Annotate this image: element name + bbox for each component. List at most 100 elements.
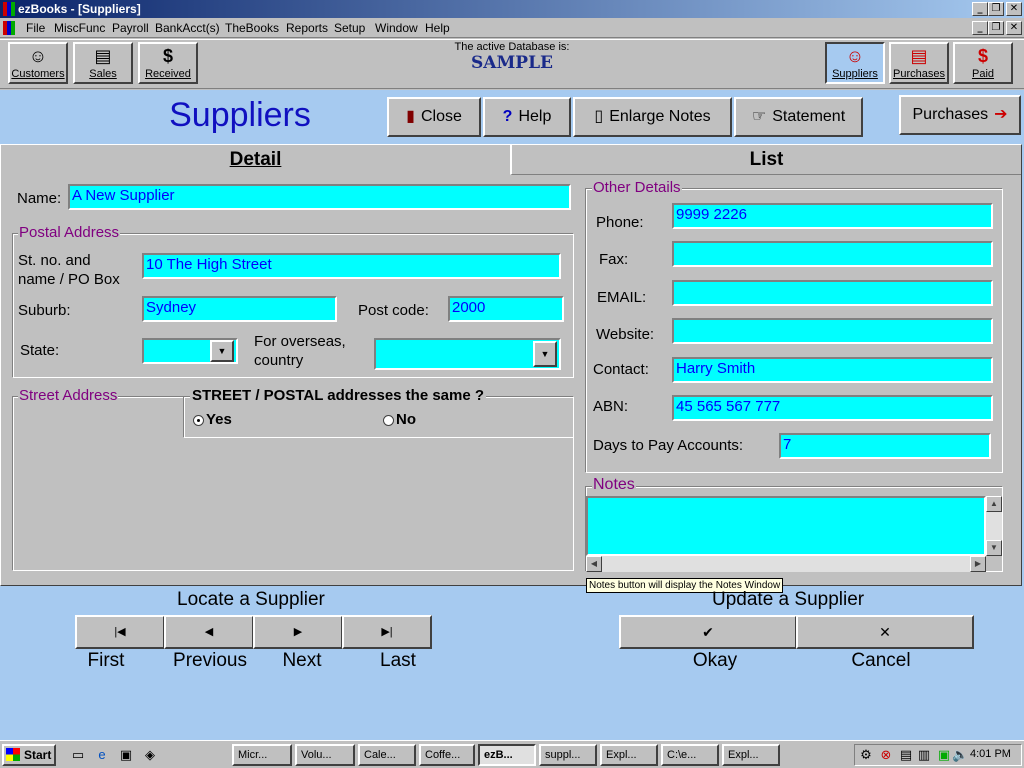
statement-button[interactable]: ☞ Statement [734, 97, 863, 137]
menu-reports[interactable]: Reports [286, 21, 328, 35]
no-radio[interactable] [383, 415, 394, 426]
dollar-icon: $ [977, 46, 988, 66]
tab-list[interactable]: List [510, 145, 1021, 175]
country-label-line2: country [254, 352, 304, 369]
task-button[interactable]: Micr... [232, 744, 292, 766]
customers-button[interactable]: ☺ Customers [8, 42, 68, 84]
app-icon [3, 2, 15, 16]
yes-radio[interactable] [193, 415, 204, 426]
contact-field[interactable]: Harry Smith [672, 357, 993, 383]
task-button[interactable]: C:\e... [661, 744, 719, 766]
email-label: EMAIL: [597, 289, 647, 306]
tab-detail[interactable]: Detail [1, 145, 510, 175]
menu-window[interactable]: Window [375, 21, 418, 35]
postcode-field[interactable]: 2000 [448, 296, 564, 322]
scroll-up-icon[interactable]: ▲ [986, 496, 1002, 512]
abn-field[interactable]: 45 565 567 777 [672, 395, 993, 421]
mdi-close-button[interactable]: ✕ [1006, 21, 1022, 35]
explorer-icon[interactable]: ◈ [142, 747, 158, 763]
email-field[interactable] [672, 280, 993, 306]
task-button[interactable]: Volu... [295, 744, 355, 766]
printer-icon[interactable]: ▤ [898, 747, 914, 763]
suppliers-button[interactable]: ☺ Suppliers [825, 42, 885, 84]
street-field[interactable]: 10 The High Street [142, 253, 561, 279]
fax-label: Fax: [599, 251, 629, 268]
enlarge-notes-button[interactable]: ▯ Enlarge Notes [573, 97, 732, 137]
window-title-bar: ezBooks - [Suppliers] [0, 0, 1024, 18]
same-address-question: STREET / POSTAL addresses the same ? [190, 387, 487, 404]
question-icon: ? [502, 108, 513, 125]
previous-button[interactable]: ◀ [164, 615, 254, 649]
notes-legend: Notes [592, 476, 636, 494]
task-button[interactable]: Coffe... [419, 744, 475, 766]
page-title: Suppliers [169, 96, 311, 134]
scroll-left-icon[interactable]: ◀ [586, 556, 602, 572]
smiley-icon: ☺ [28, 46, 48, 66]
phone-field[interactable]: 9999 2226 [672, 203, 993, 229]
restore-button[interactable]: ❐ [988, 2, 1004, 16]
chevron-down-icon[interactable]: ▼ [533, 341, 557, 367]
task-button[interactable]: Cale... [358, 744, 416, 766]
fax-field[interactable] [672, 241, 993, 267]
card-icon[interactable]: ▥ [916, 747, 932, 763]
notes-hscroll[interactable] [586, 556, 986, 572]
last-record-icon: ▶| [381, 626, 393, 638]
task-button[interactable]: suppl... [539, 744, 597, 766]
menu-help[interactable]: Help [425, 21, 450, 35]
minimize-button[interactable]: _ [972, 2, 988, 16]
documents-icon: ▤ [910, 46, 928, 66]
help-button[interactable]: ? Help [483, 97, 571, 137]
close-window-button[interactable]: ✕ [1006, 2, 1022, 16]
menu-thebooks[interactable]: TheBooks [225, 21, 279, 35]
mdi-restore-button[interactable]: ❐ [988, 21, 1004, 35]
suburb-label: Suburb: [18, 302, 71, 319]
locate-title: Locate a Supplier [177, 589, 325, 610]
menu-file[interactable]: File [26, 21, 45, 35]
website-field[interactable] [672, 318, 993, 344]
close-button[interactable]: ▮ Close [387, 97, 481, 137]
task-button[interactable]: Expl... [722, 744, 780, 766]
network-icon[interactable]: ⚙ [858, 747, 874, 763]
previous-record-icon: ◀ [204, 626, 214, 638]
cancel-label: Cancel [851, 650, 911, 671]
db-name: SAMPLE [471, 53, 553, 73]
no-label: No [396, 411, 416, 428]
yes-label: Yes [206, 411, 232, 428]
purchases-button[interactable]: Purchases ➔ [899, 95, 1021, 135]
monitor-icon[interactable]: ▣ [936, 747, 952, 763]
menu-payroll[interactable]: Payroll [112, 21, 149, 35]
documents-icon: ▤ [94, 46, 112, 66]
received-button[interactable]: $ Received [138, 42, 198, 84]
sales-button[interactable]: ▤ Sales [73, 42, 133, 84]
menu-setup[interactable]: Setup [334, 21, 365, 35]
purchases-toolbar-button[interactable]: ▤ Purchases [889, 42, 949, 84]
postal-address-legend: Postal Address [18, 224, 121, 241]
suburb-field[interactable]: Sydney [142, 296, 337, 322]
last-button[interactable]: ▶| [342, 615, 432, 649]
stop-icon[interactable]: ⊗ [878, 747, 894, 763]
document-icon [3, 21, 15, 35]
smiley-icon: ☺ [845, 46, 865, 66]
next-button[interactable]: ▶ [253, 615, 343, 649]
okay-button[interactable]: ✔ [619, 615, 797, 649]
desktop-icon[interactable]: ▭ [70, 747, 86, 763]
paid-button[interactable]: $ Paid [953, 42, 1013, 84]
scroll-right-icon[interactable]: ▶ [970, 556, 986, 572]
browser-icon[interactable]: e [94, 747, 110, 763]
channels-icon[interactable]: ▣ [118, 747, 134, 763]
days-to-pay-field[interactable]: 7 [779, 433, 991, 459]
first-button[interactable]: |◀ [75, 615, 165, 649]
name-field[interactable]: A New Supplier [68, 184, 571, 210]
door-icon: ▮ [406, 108, 415, 125]
menu-bankaccts[interactable]: BankAcct(s) [155, 21, 220, 35]
mdi-minimize-button[interactable]: _ [972, 21, 988, 35]
notes-textarea[interactable] [586, 496, 986, 556]
tab-divider [1, 175, 510, 176]
task-button-active[interactable]: ezB... [478, 744, 536, 766]
scroll-down-icon[interactable]: ▼ [986, 540, 1002, 556]
cancel-button[interactable]: ✕ [796, 615, 974, 649]
volume-icon[interactable]: 🔈 [952, 747, 968, 763]
chevron-down-icon[interactable]: ▼ [210, 340, 234, 362]
task-button[interactable]: Expl... [600, 744, 658, 766]
menu-miscfunc[interactable]: MiscFunc [54, 21, 105, 35]
